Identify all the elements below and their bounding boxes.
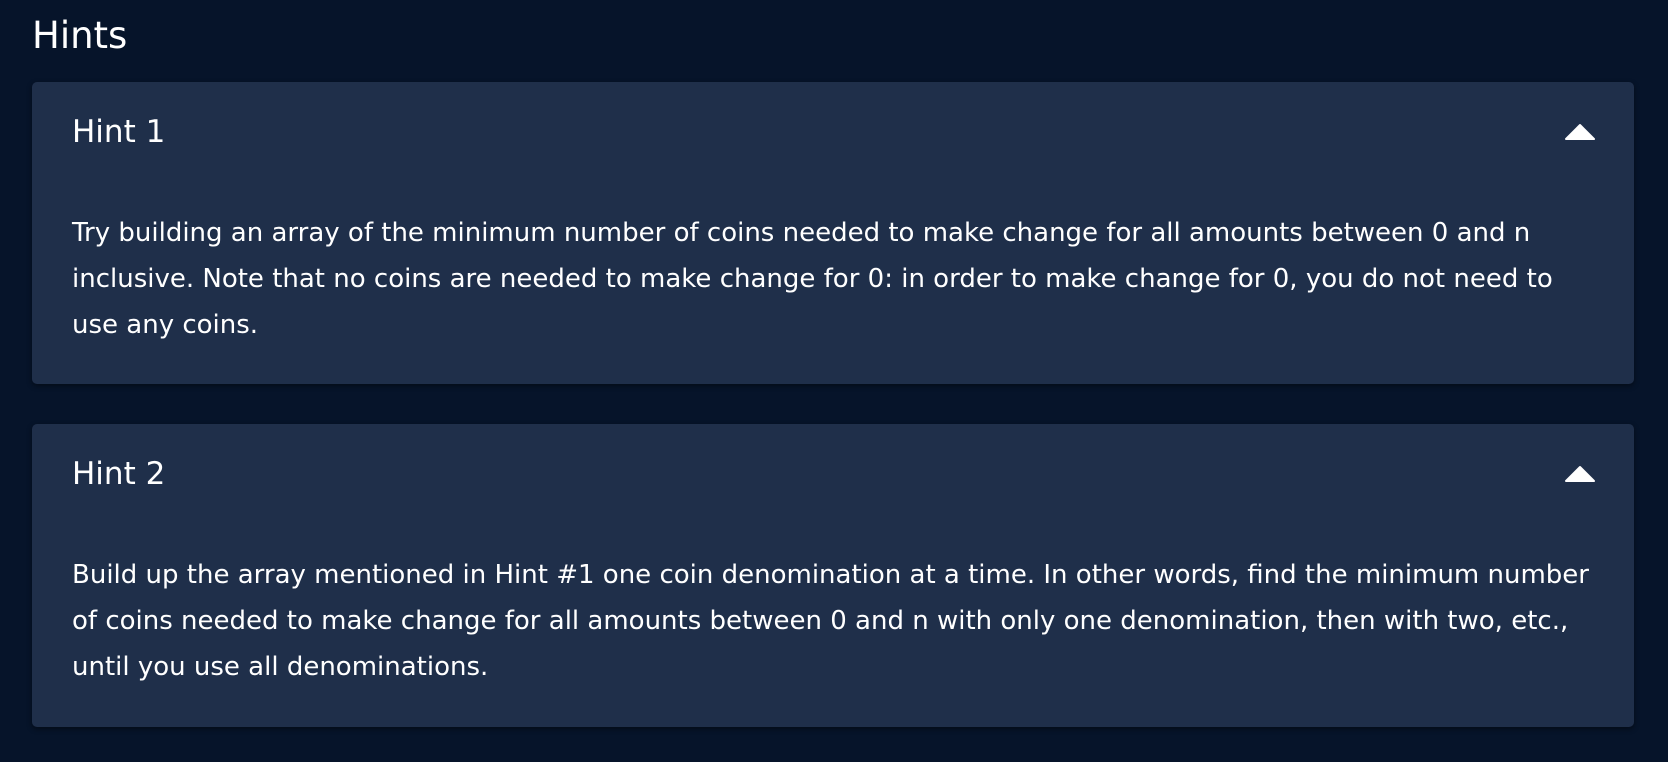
hint-card-1: Hint 1 Try building an array of the mini… <box>32 82 1634 384</box>
hint-1-label: Hint 1 <box>72 114 166 150</box>
hints-page: Hints Hint 1 Try building an array of th… <box>0 0 1668 762</box>
hint-2-label: Hint 2 <box>72 456 166 492</box>
chevron-up-icon[interactable] <box>1564 464 1596 482</box>
hint-1-toggle[interactable]: Hint 1 <box>32 82 1634 178</box>
chevron-up-icon[interactable] <box>1564 122 1596 140</box>
hint-2-body: Build up the array mentioned in Hint #1 … <box>72 560 1589 682</box>
hint-1-body: Try building an array of the minimum num… <box>72 218 1553 340</box>
hint-card-2: Hint 2 Build up the array mentioned in H… <box>32 424 1634 727</box>
hint-2-toggle[interactable]: Hint 2 <box>32 424 1634 520</box>
section-title: Hints <box>32 14 128 57</box>
